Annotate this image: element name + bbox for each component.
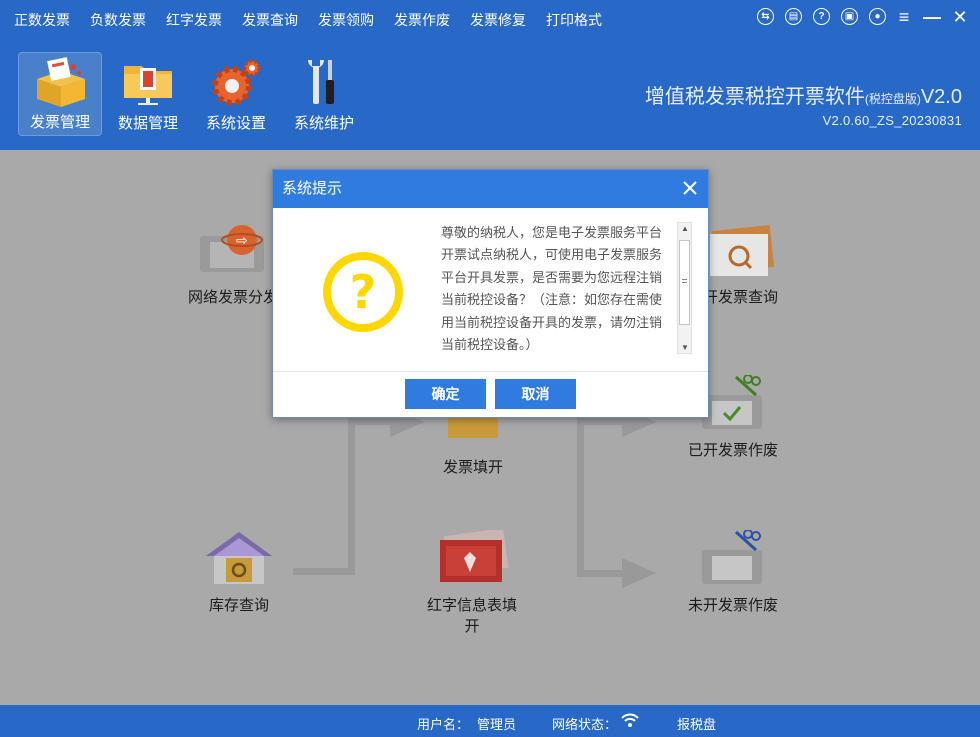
invoice-box-icon bbox=[37, 57, 85, 107]
scroll-down-icon[interactable]: ▼ bbox=[681, 343, 689, 352]
function-invoice-query[interactable]: 开发票查询 bbox=[703, 222, 778, 307]
flow-line bbox=[293, 568, 355, 575]
status-tax-disk-label: 报税盘 bbox=[677, 717, 717, 732]
wrench-screwdriver-icon bbox=[308, 60, 334, 104]
system-prompt-dialog: 系统提示 ? 尊敬的纳税人，您是电子发票服务平台开票试点纳税人，可使用电子发票服… bbox=[272, 169, 709, 418]
app-header: 正数发票 负数发票 红字发票 发票查询 发票领购 发票作废 发票修复 打印格式 … bbox=[0, 0, 980, 150]
flow-line bbox=[348, 418, 355, 575]
question-icon: ? bbox=[323, 252, 403, 332]
grip-icon bbox=[682, 279, 687, 283]
menu-icon[interactable]: ≡ bbox=[894, 8, 914, 26]
flow-line bbox=[577, 418, 627, 425]
scroll-up-icon[interactable]: ▲ bbox=[681, 224, 689, 233]
menu-item-invoice-query[interactable]: 发票查询 bbox=[242, 10, 298, 30]
main-toolbar: 发票管理 数据管理 系统设置 系统维护 bbox=[18, 52, 370, 136]
function-label: 库存查询 bbox=[208, 597, 269, 614]
minimize-icon[interactable]: — bbox=[922, 8, 942, 26]
red-info-icon bbox=[440, 530, 509, 582]
invoice-search-icon bbox=[709, 225, 774, 276]
brand-block: 增值税发票税控开票软件(税控盘版)V2.0 V2.0.60_ZS_2023083… bbox=[645, 80, 962, 128]
flow-line bbox=[577, 410, 584, 577]
lock-icon[interactable]: ▣ bbox=[841, 8, 858, 25]
dialog-body: ? 尊敬的纳税人，您是电子发票服务平台开票试点纳税人，可使用电子发票服务平台开具… bbox=[273, 208, 708, 372]
scroll-thumb[interactable] bbox=[679, 240, 690, 325]
app-version: V2.0.60_ZS_20230831 bbox=[822, 113, 962, 128]
function-void-unissued[interactable]: 未开发票作废 bbox=[688, 530, 778, 615]
network-invoice-icon: ⇨ bbox=[200, 225, 264, 272]
function-stock-query[interactable]: 库存查询 bbox=[204, 530, 274, 615]
toolbar-system-settings[interactable]: 系统设置 bbox=[194, 52, 278, 136]
dialog-message: 尊敬的纳税人，您是电子发票服务平台开票试点纳税人，可使用电子发票服务平台开具发票… bbox=[441, 225, 663, 353]
wifi-icon bbox=[621, 713, 639, 727]
menu-item-negative-invoice[interactable]: 负数发票 bbox=[90, 10, 146, 30]
void-unissued-icon bbox=[702, 530, 762, 584]
menu-item-red-invoice[interactable]: 红字发票 bbox=[166, 10, 222, 30]
stock-house-icon bbox=[206, 532, 272, 584]
folder-icon bbox=[124, 66, 172, 105]
toolbar-system-maintenance[interactable]: 系统维护 bbox=[282, 52, 366, 136]
function-label: 已开发票作废 bbox=[688, 442, 779, 459]
status-network-label: 网络状态： bbox=[552, 717, 618, 732]
ok-button[interactable]: 确定 bbox=[405, 379, 486, 409]
menu-bar: 正数发票 负数发票 红字发票 发票查询 发票领购 发票作废 发票修复 打印格式 bbox=[14, 0, 622, 40]
cancel-button[interactable]: 取消 bbox=[495, 379, 576, 409]
svg-text:⇨: ⇨ bbox=[236, 233, 248, 249]
function-label: 发票填开 bbox=[442, 459, 503, 476]
dialog-title-bar: 系统提示 bbox=[273, 170, 708, 208]
dialog-scrollbar[interactable]: ▲ ▼ bbox=[677, 222, 692, 354]
close-icon[interactable] bbox=[680, 178, 700, 198]
function-label: 红字信息表填 bbox=[427, 597, 518, 614]
svg-text:?: ? bbox=[350, 265, 377, 319]
status-bar: 用户名： 管理员 网络状态： 报税盘 bbox=[0, 705, 980, 737]
menu-item-positive-invoice[interactable]: 正数发票 bbox=[14, 10, 70, 30]
user-icon[interactable]: ● bbox=[869, 8, 886, 25]
toolbar-data-management[interactable]: 数据管理 bbox=[106, 52, 190, 136]
function-red-info-fill[interactable]: 红字信息表填 开 bbox=[427, 530, 517, 636]
function-network-distribution[interactable]: ⇨ 网络发票分发 bbox=[188, 222, 278, 307]
toolbar-label: 发票管理 bbox=[29, 114, 90, 131]
toolbar-invoice-management[interactable]: 发票管理 bbox=[18, 52, 102, 136]
app-title: 增值税发票税控开票软件(税控盘版)V2.0 bbox=[644, 86, 962, 108]
function-label: 未开发票作废 bbox=[688, 597, 779, 614]
flow-line bbox=[577, 570, 627, 577]
dialog-footer: 确定 取消 bbox=[273, 373, 708, 417]
switch-icon[interactable]: ⇆ bbox=[757, 8, 774, 25]
toolbar-label: 系统设置 bbox=[205, 115, 266, 132]
function-label: 开发票查询 bbox=[703, 289, 779, 306]
dialog-title: 系统提示 bbox=[282, 180, 343, 197]
menu-item-print-format[interactable]: 打印格式 bbox=[546, 10, 602, 30]
function-invoice-fill[interactable]: 发票填开 bbox=[442, 408, 504, 477]
status-user-label: 用户名： bbox=[417, 717, 470, 732]
function-label: 开 bbox=[464, 618, 480, 635]
help-icon[interactable]: ? bbox=[813, 8, 830, 25]
toolbar-label: 系统维护 bbox=[293, 115, 354, 132]
notes-icon[interactable]: ▤ bbox=[785, 8, 802, 25]
toolbar-label: 数据管理 bbox=[117, 115, 178, 132]
gear-icon bbox=[212, 59, 261, 106]
function-label: 网络发票分发 bbox=[188, 289, 279, 306]
arrow-right-icon bbox=[622, 558, 656, 588]
menu-item-invoice-purchase[interactable]: 发票领购 bbox=[318, 10, 374, 30]
status-user-value: 管理员 bbox=[477, 717, 517, 732]
menu-item-invoice-void[interactable]: 发票作废 bbox=[394, 10, 450, 30]
menu-item-invoice-repair[interactable]: 发票修复 bbox=[470, 10, 526, 30]
window-controls: ⇆ ▤ ? ▣ ● ≡ — ✕ bbox=[746, 8, 970, 26]
close-icon[interactable]: ✕ bbox=[950, 8, 970, 26]
